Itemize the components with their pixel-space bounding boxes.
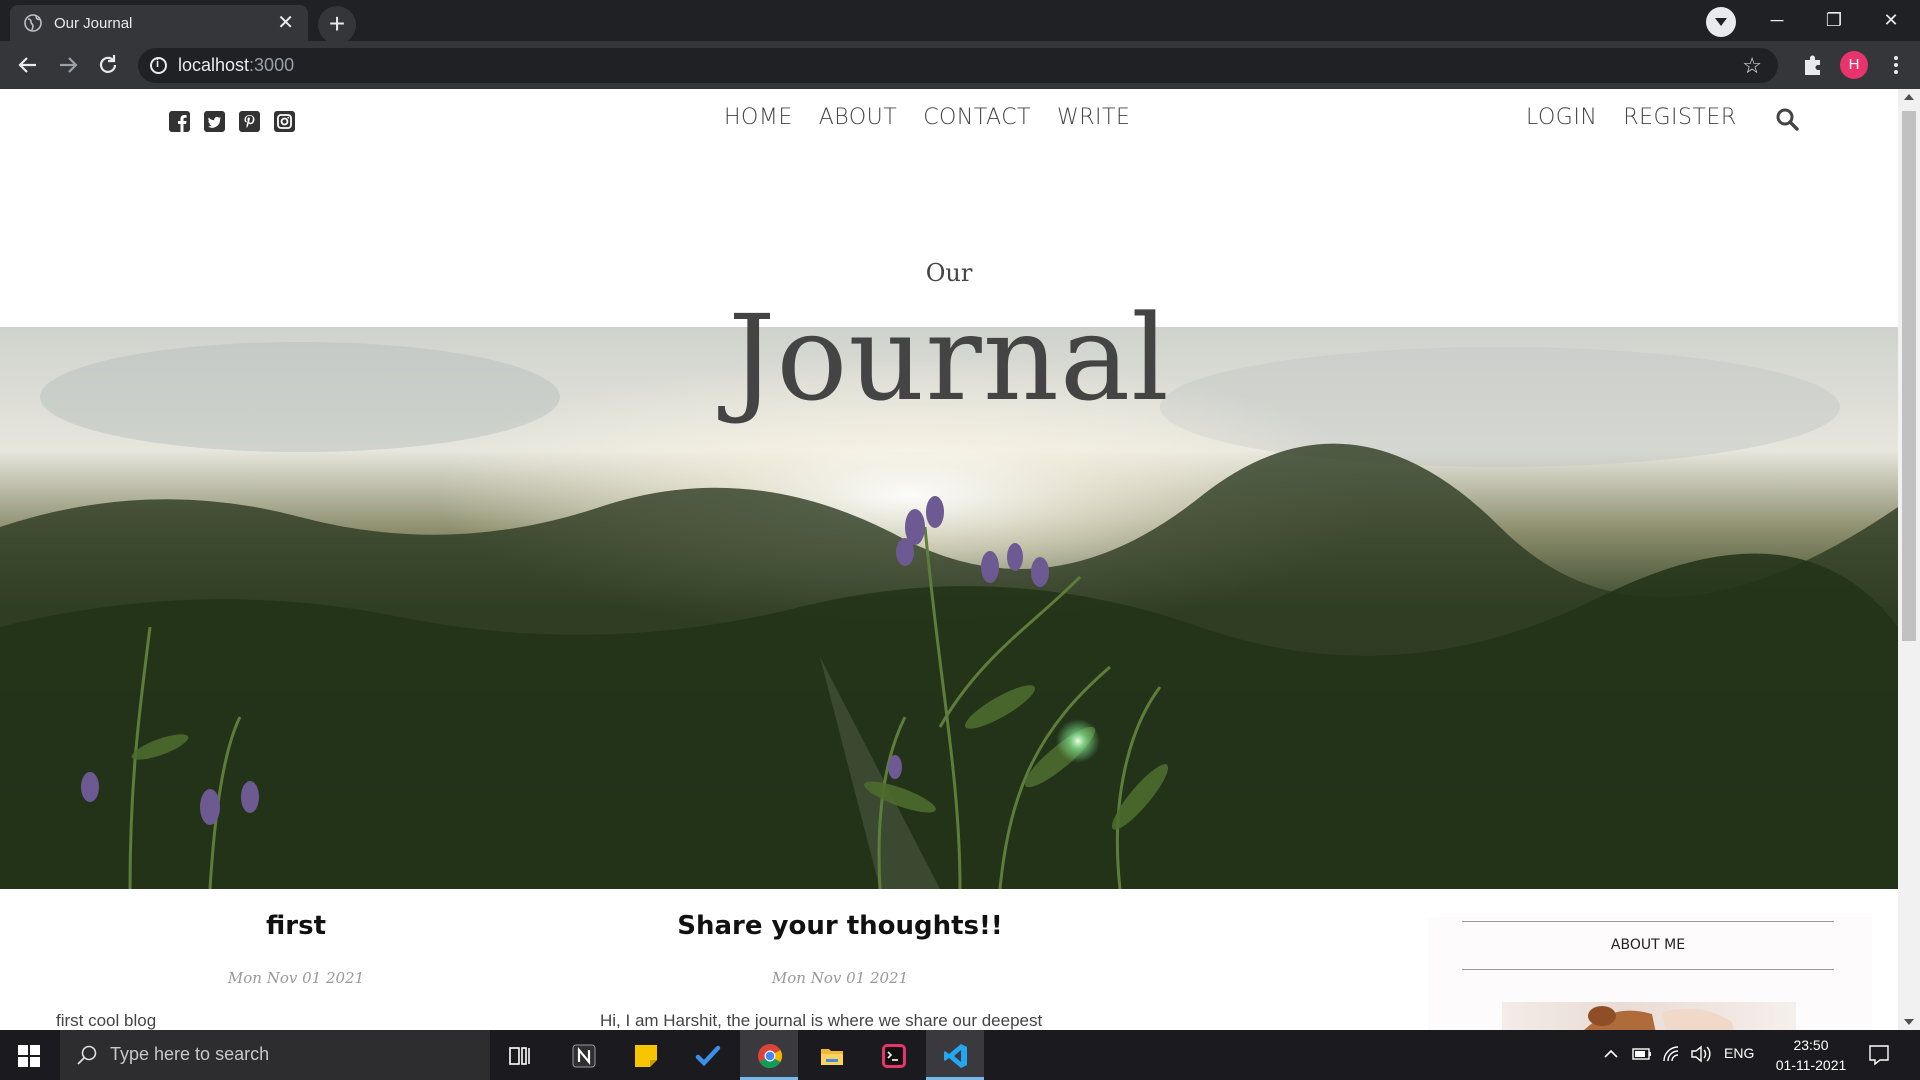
nav-about[interactable]: ABOUT	[819, 105, 897, 130]
sidebar-about: ABOUT ME	[1428, 917, 1872, 1030]
pinterest-icon[interactable]	[238, 110, 261, 133]
globe-icon	[24, 14, 42, 32]
todo-check-icon	[695, 1045, 721, 1067]
facebook-icon[interactable]	[168, 110, 191, 133]
divider	[1462, 969, 1834, 970]
auth-nav: LOGIN REGISTER	[1526, 105, 1737, 130]
nav-write[interactable]: WRITE	[1057, 105, 1130, 130]
taskbar-app-todo[interactable]	[678, 1030, 736, 1080]
windows-taskbar: Type here to search ENG 23:50 01-11-2021	[0, 1030, 1920, 1080]
reload-icon[interactable]	[94, 51, 122, 79]
task-view-icon	[509, 1047, 530, 1065]
restore-button[interactable]: ❐	[1811, 4, 1857, 36]
profile-avatar[interactable]: H	[1840, 51, 1868, 79]
instagram-icon[interactable]	[273, 110, 296, 133]
scroll-up-icon[interactable]	[1904, 94, 1914, 100]
battery-icon[interactable]	[1632, 1045, 1652, 1063]
search-icon[interactable]	[1774, 106, 1800, 132]
post-title[interactable]: Share your thoughts!!	[590, 911, 1090, 941]
browser-tab[interactable]: Our Journal ✕	[10, 5, 308, 41]
browser-toolbar: localhost:3000 ☆	[0, 41, 1920, 89]
tab-search-button[interactable]	[1706, 7, 1736, 37]
more-menu-icon[interactable]	[1882, 51, 1910, 79]
page-viewport: HOME ABOUT CONTACT WRITE LOGIN REGISTER	[0, 89, 1920, 1030]
notion-icon	[572, 1044, 596, 1068]
taskbar-app-vscode[interactable]	[926, 1030, 984, 1080]
bookmark-star-icon[interactable]: ☆	[1742, 53, 1762, 79]
extensions-puzzle-icon[interactable]	[1799, 51, 1827, 79]
tab-close-icon[interactable]: ✕	[277, 13, 294, 33]
terminal-icon	[882, 1044, 906, 1068]
taskbar-search-placeholder: Type here to search	[110, 1044, 270, 1064]
wifi-icon[interactable]	[1662, 1045, 1682, 1063]
forward-arrow-icon[interactable]	[54, 51, 82, 79]
taskbar-app-sticky-notes[interactable]	[616, 1030, 674, 1080]
taskbar-search[interactable]: Type here to search	[60, 1030, 490, 1080]
vscode-icon	[944, 1044, 967, 1068]
post-date: Mon Nov 01 2021	[227, 969, 365, 987]
page-scrollbar[interactable]	[1898, 89, 1920, 1030]
taskbar-app-chrome[interactable]	[740, 1030, 798, 1080]
post-excerpt: Hi, I am Harshit, the journal is where w…	[600, 1011, 1043, 1030]
taskbar-app-terminal[interactable]	[864, 1030, 922, 1080]
windows-start-icon[interactable]	[18, 1045, 40, 1067]
post-title[interactable]: first	[46, 911, 546, 941]
scrollbar-thumb[interactable]	[1902, 111, 1916, 641]
taskbar-app-notion[interactable]	[554, 1030, 612, 1080]
nav-contact[interactable]: CONTACT	[923, 105, 1031, 130]
nav-login[interactable]: LOGIN	[1526, 105, 1597, 130]
back-arrow-icon[interactable]	[14, 51, 42, 79]
browser-titlebar: Our Journal ✕ + ─ ❐ ✕	[0, 0, 1920, 44]
nav-register[interactable]: REGISTER	[1623, 105, 1736, 130]
clock-time: 23:50	[1793, 1037, 1829, 1053]
post-card[interactable]: Share your thoughts!! Mon Nov 01 2021 Hi…	[590, 911, 1090, 1030]
post-card[interactable]: first Mon Nov 01 2021 first cool blog	[46, 911, 546, 1030]
taskbar-clock[interactable]: 23:50 01-11-2021	[1766, 1035, 1856, 1075]
folder-icon	[821, 1049, 843, 1065]
scroll-down-icon[interactable]	[1904, 1019, 1914, 1025]
main-nav: HOME ABOUT CONTACT WRITE	[724, 105, 1130, 130]
site-info-icon[interactable]	[150, 57, 167, 74]
search-icon	[77, 1045, 97, 1065]
taskbar-app-file-explorer[interactable]	[802, 1030, 860, 1080]
address-bar[interactable]: localhost:3000 ☆	[138, 48, 1778, 83]
nav-home[interactable]: HOME	[724, 105, 793, 130]
new-tab-button[interactable]: +	[318, 6, 356, 44]
sidebar-title: ABOUT ME	[1610, 937, 1686, 953]
volume-icon[interactable]	[1690, 1045, 1712, 1063]
clock-date: 01-11-2021	[1775, 1057, 1847, 1073]
url-text: localhost:3000	[178, 55, 295, 75]
site-header: HOME ABOUT CONTACT WRITE LOGIN REGISTER	[0, 89, 1898, 149]
social-links	[168, 110, 296, 133]
sticky-notes-icon	[635, 1045, 657, 1067]
hero-title: Journal	[728, 289, 1170, 427]
chrome-icon	[758, 1044, 783, 1069]
notifications-icon[interactable]	[1868, 1044, 1890, 1066]
twitter-icon[interactable]	[203, 110, 226, 133]
divider	[1462, 921, 1834, 922]
task-view-button[interactable]	[490, 1030, 548, 1080]
tab-title: Our Journal	[54, 14, 133, 32]
hero-subtitle: Our	[925, 259, 973, 287]
close-window-button[interactable]: ✕	[1868, 4, 1914, 36]
post-excerpt: first cool blog	[56, 1011, 157, 1030]
minimize-button[interactable]: ─	[1754, 4, 1800, 36]
language-indicator[interactable]: ENG	[1724, 1045, 1754, 1061]
about-photo	[1502, 1002, 1796, 1030]
post-date: Mon Nov 01 2021	[771, 969, 909, 987]
chevron-up-icon[interactable]	[1602, 1045, 1620, 1063]
